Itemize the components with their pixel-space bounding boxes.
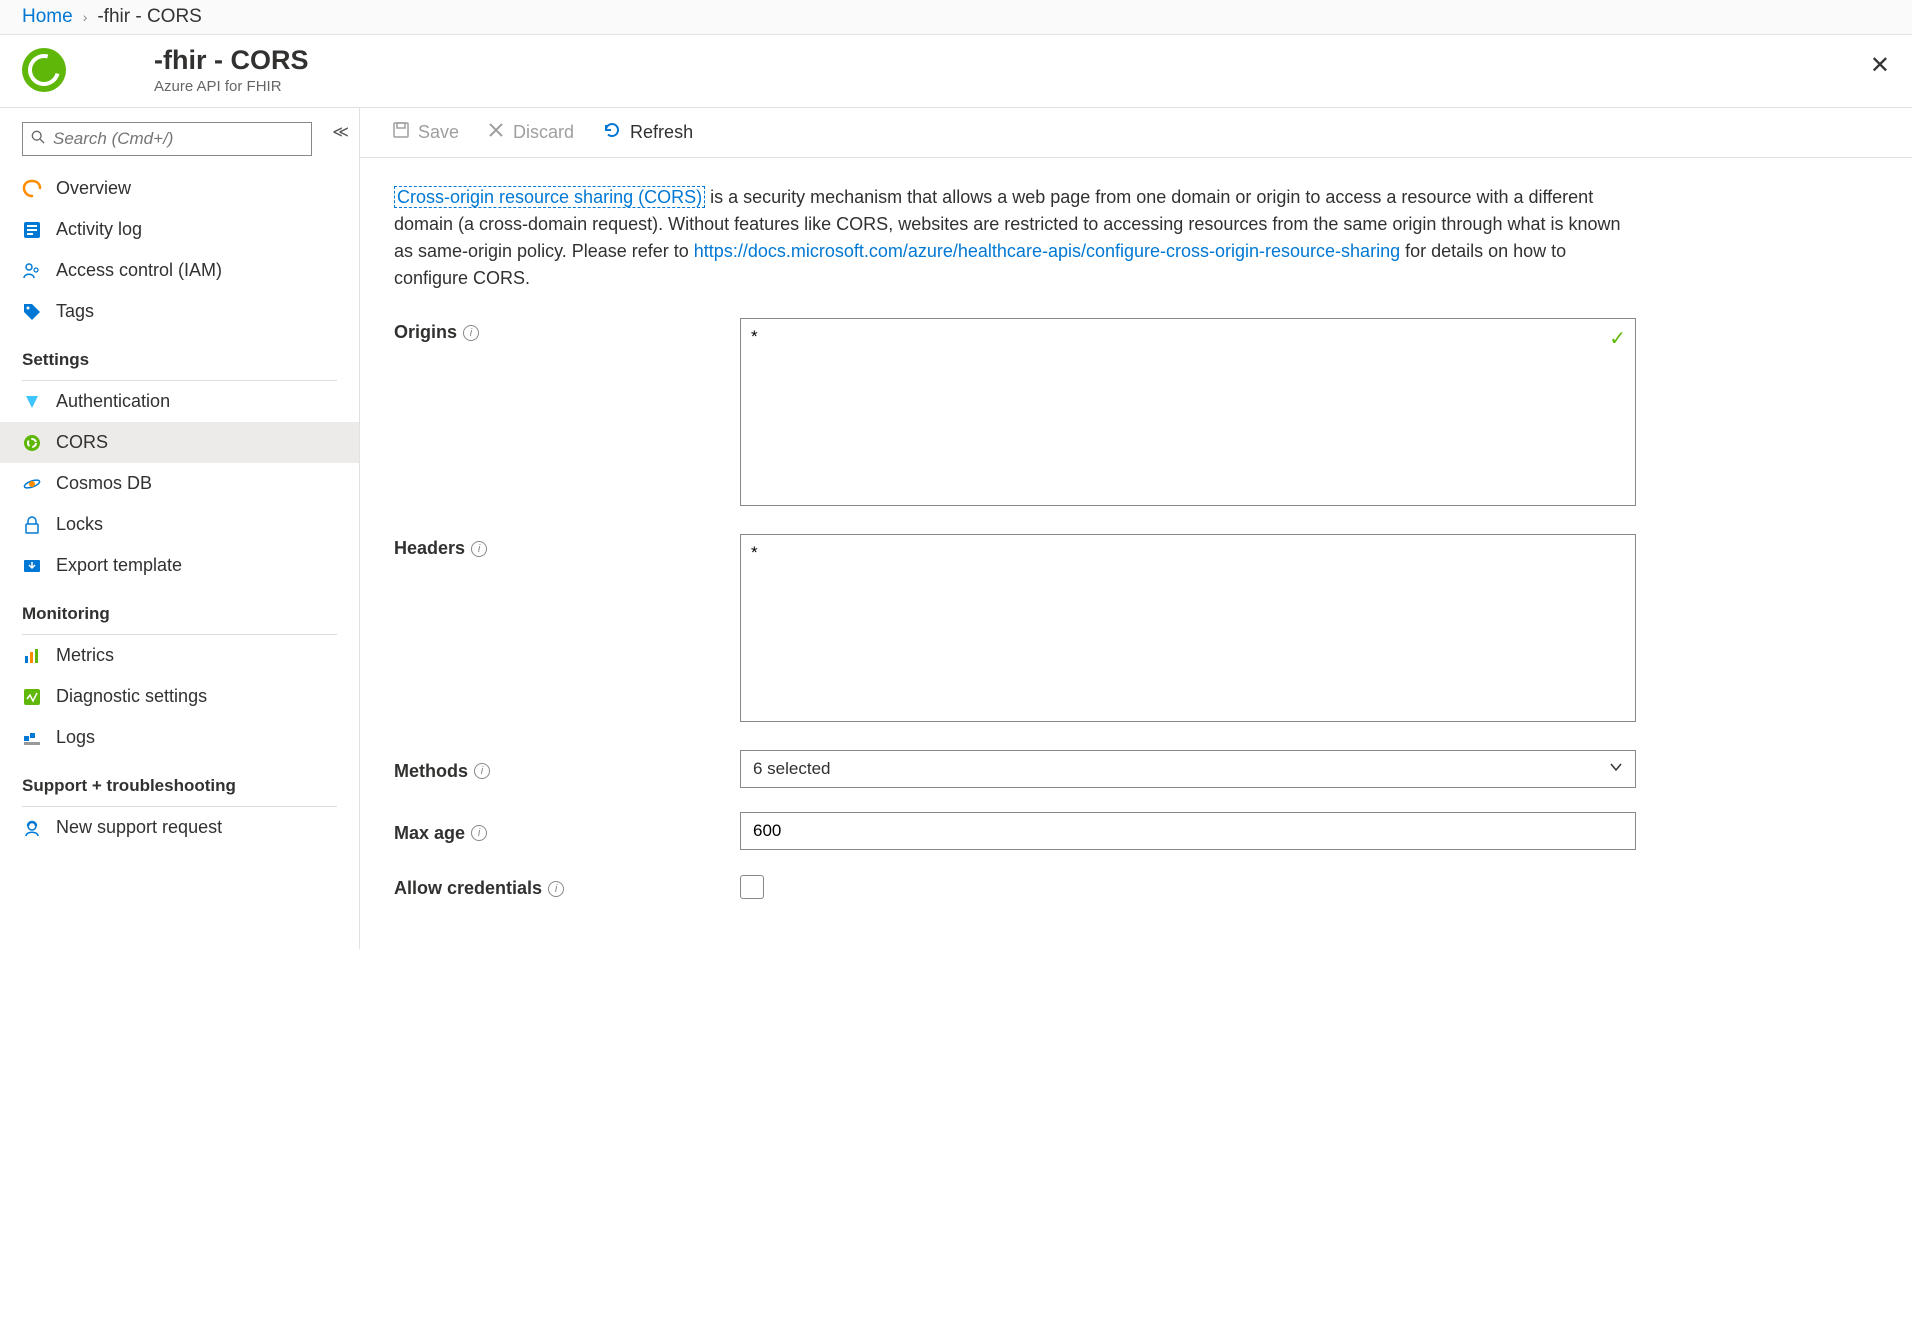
activity-log-icon	[22, 220, 42, 240]
origins-textarea[interactable]	[740, 318, 1636, 506]
max-age-input[interactable]	[740, 812, 1636, 850]
chevron-right-icon: ›	[83, 9, 88, 25]
refresh-icon	[602, 120, 622, 145]
export-template-icon	[22, 556, 42, 576]
refresh-button[interactable]: Refresh	[602, 120, 693, 145]
support-icon	[22, 818, 42, 838]
sidebar-item-diagnostic-settings[interactable]: Diagnostic settings	[0, 676, 359, 717]
info-icon[interactable]: i	[474, 763, 490, 779]
info-icon[interactable]: i	[463, 325, 479, 341]
save-icon	[392, 121, 410, 144]
sidebar-item-label: Cosmos DB	[56, 473, 152, 494]
sidebar-item-label: Export template	[56, 555, 182, 576]
resource-icon	[22, 48, 66, 92]
sidebar-item-metrics[interactable]: Metrics	[0, 635, 359, 676]
cors-icon	[22, 433, 42, 453]
page-title: -fhir - CORS	[154, 45, 309, 76]
sidebar: ≪ Overview Activity log Access control (…	[0, 108, 360, 949]
discard-button[interactable]: Discard	[487, 121, 574, 144]
metrics-icon	[22, 646, 42, 666]
sidebar-search[interactable]	[22, 122, 312, 156]
breadcrumb-home[interactable]: Home	[22, 6, 73, 28]
max-age-label: Max age i	[394, 819, 740, 844]
origins-label: Origins i	[394, 318, 740, 343]
sidebar-item-activity-log[interactable]: Activity log	[0, 209, 359, 250]
sidebar-item-authentication[interactable]: Authentication	[0, 381, 359, 422]
allow-credentials-checkbox[interactable]	[740, 875, 764, 899]
info-icon[interactable]: i	[548, 881, 564, 897]
sidebar-item-label: Locks	[56, 514, 103, 535]
discard-label: Discard	[513, 122, 574, 143]
methods-label: Methods i	[394, 757, 740, 782]
sidebar-item-label: Access control (IAM)	[56, 260, 222, 281]
sidebar-item-cosmos-db[interactable]: Cosmos DB	[0, 463, 359, 504]
sidebar-item-label: Tags	[56, 301, 94, 322]
sidebar-item-label: New support request	[56, 817, 222, 838]
sidebar-item-label: Activity log	[56, 219, 142, 240]
sidebar-item-access-control[interactable]: Access control (IAM)	[0, 250, 359, 291]
headers-label: Headers i	[394, 534, 740, 559]
page-header: -fhir - CORS Azure API for FHIR ✕	[0, 35, 1912, 108]
sidebar-item-label: Metrics	[56, 645, 114, 666]
sidebar-item-label: CORS	[56, 432, 108, 453]
diagnostic-icon	[22, 687, 42, 707]
chevron-down-icon	[1609, 759, 1623, 779]
collapse-sidebar-button[interactable]: ≪	[332, 122, 349, 142]
breadcrumb-current: -fhir - CORS	[97, 6, 202, 28]
discard-icon	[487, 121, 505, 144]
cors-wiki-link[interactable]: Cross-origin resource sharing (CORS)	[394, 186, 705, 208]
search-input[interactable]	[53, 129, 303, 149]
allow-credentials-label: Allow credentials i	[394, 874, 740, 899]
sidebar-item-cors[interactable]: CORS	[0, 422, 359, 463]
section-settings-label: Settings	[0, 332, 359, 376]
cors-description: Cross-origin resource sharing (CORS) is …	[394, 184, 1636, 292]
validation-check-icon: ✓	[1609, 326, 1626, 351]
sidebar-item-locks[interactable]: Locks	[0, 504, 359, 545]
authentication-icon	[22, 392, 42, 412]
sidebar-item-label: Overview	[56, 178, 131, 199]
methods-dropdown[interactable]: 6 selected	[740, 750, 1636, 788]
cors-docs-link[interactable]: https://docs.microsoft.com/azure/healthc…	[694, 241, 1400, 261]
sidebar-item-new-support-request[interactable]: New support request	[0, 807, 359, 848]
close-button[interactable]: ✕	[1870, 51, 1890, 80]
methods-selected-text: 6 selected	[753, 759, 831, 779]
sidebar-item-label: Authentication	[56, 391, 170, 412]
sidebar-item-logs[interactable]: Logs	[0, 717, 359, 758]
info-icon[interactable]: i	[471, 825, 487, 841]
save-button[interactable]: Save	[392, 121, 459, 144]
sidebar-item-label: Logs	[56, 727, 95, 748]
cosmos-db-icon	[22, 474, 42, 494]
search-icon	[31, 130, 45, 148]
toolbar: Save Discard Refresh	[360, 108, 1912, 158]
info-icon[interactable]: i	[471, 541, 487, 557]
tags-icon	[22, 302, 42, 322]
sidebar-item-label: Diagnostic settings	[56, 686, 207, 707]
sidebar-item-tags[interactable]: Tags	[0, 291, 359, 332]
headers-textarea[interactable]	[740, 534, 1636, 722]
breadcrumb: Home › -fhir - CORS	[0, 0, 1912, 35]
sidebar-item-export-template[interactable]: Export template	[0, 545, 359, 586]
sidebar-item-overview[interactable]: Overview	[0, 168, 359, 209]
overview-icon	[22, 179, 42, 199]
save-label: Save	[418, 122, 459, 143]
locks-icon	[22, 515, 42, 535]
logs-icon	[22, 728, 42, 748]
main-content: Save Discard Refresh Cross-origin resour…	[360, 108, 1912, 949]
refresh-label: Refresh	[630, 122, 693, 143]
access-control-icon	[22, 261, 42, 281]
section-monitoring-label: Monitoring	[0, 586, 359, 630]
section-support-label: Support + troubleshooting	[0, 758, 359, 802]
page-subtitle: Azure API for FHIR	[154, 78, 309, 95]
